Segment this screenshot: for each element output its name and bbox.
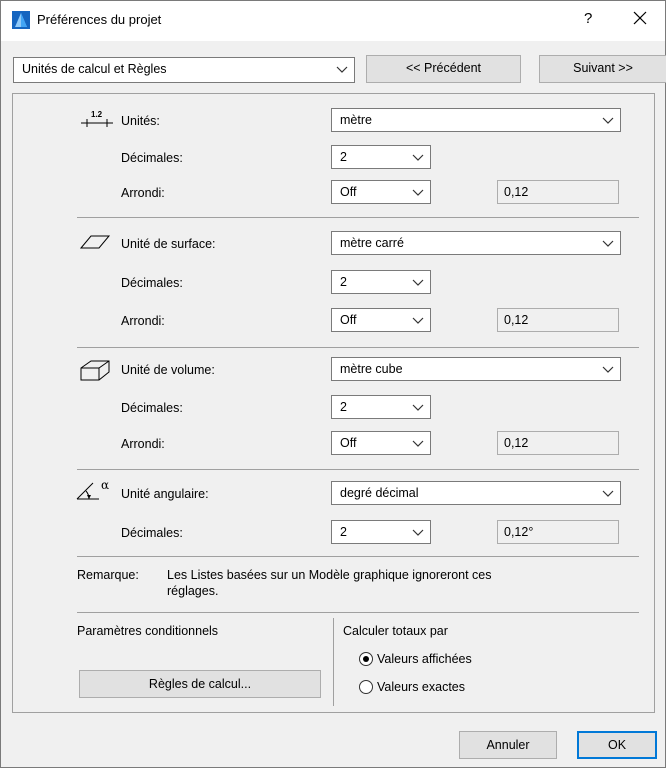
ok-button[interactable]: OK — [577, 731, 657, 759]
surface-rounding-value: Off — [340, 313, 357, 327]
remark-text-line1: Les Listes basées sur un Modèle graphiqu… — [167, 568, 492, 582]
surface-preview-value: 0,12 — [504, 313, 529, 327]
volume-rounding-select[interactable]: Off — [331, 431, 431, 455]
title-bar: Préférences du projet ? — [1, 1, 665, 41]
chevron-down-icon — [336, 66, 348, 73]
volume-decimals-label: Décimales: — [121, 401, 183, 415]
svg-text:α: α — [101, 478, 109, 492]
svg-text:1.2: 1.2 — [91, 110, 103, 119]
window-title: Préférences du projet — [37, 12, 162, 27]
divider — [77, 217, 639, 218]
units-decimals-value: 2 — [340, 150, 347, 164]
units-decimals-label: Décimales: — [121, 151, 183, 165]
page-select-value: Unités de calcul et Règles — [22, 62, 167, 76]
surface-decimals-label: Décimales: — [121, 276, 183, 290]
volume-label: Unité de volume: — [121, 363, 215, 377]
next-button[interactable]: Suivant >> — [539, 55, 666, 83]
units-rounding-value: Off — [340, 185, 357, 199]
surface-decimals-value: 2 — [340, 275, 347, 289]
settings-panel: 1.2 Unités: mètre Décimales: 2 Arrondi: … — [12, 93, 655, 713]
chevron-down-icon — [602, 117, 614, 124]
page-select[interactable]: Unités de calcul et Règles — [13, 57, 355, 83]
chevron-down-icon — [412, 317, 424, 324]
chevron-down-icon — [602, 240, 614, 247]
divider — [77, 469, 639, 470]
preferences-dialog: Préférences du projet ? Unités de calcul… — [0, 0, 666, 768]
surface-rounding-select[interactable]: Off — [331, 308, 431, 332]
help-button[interactable]: ? — [584, 10, 592, 27]
units-rounding-select[interactable]: Off — [331, 180, 431, 204]
surface-decimals-select[interactable]: 2 — [331, 270, 431, 294]
surface-label: Unité de surface: — [121, 237, 216, 251]
volume-icon — [80, 360, 110, 381]
angle-preview-value: 0,12° — [504, 525, 534, 539]
angle-preview: 0,12° — [497, 520, 619, 544]
chevron-down-icon — [602, 490, 614, 497]
conditional-params-label: Paramètres conditionnels — [77, 624, 219, 638]
volume-decimals-value: 2 — [340, 400, 347, 414]
divider — [77, 612, 639, 613]
angle-select-value: degré décimal — [340, 486, 419, 500]
volume-select-value: mètre cube — [340, 362, 403, 376]
archicad-icon — [12, 11, 30, 29]
angle-decimals-value: 2 — [340, 525, 347, 539]
surface-icon — [79, 235, 111, 249]
units-select[interactable]: mètre — [331, 108, 621, 132]
volume-select[interactable]: mètre cube — [331, 357, 621, 381]
radio-displayed-label[interactable]: Valeurs affichées — [377, 652, 472, 666]
previous-button[interactable]: << Précédent — [366, 55, 521, 83]
remark-label: Remarque: — [77, 568, 139, 582]
vertical-divider — [333, 618, 334, 706]
divider — [77, 556, 639, 557]
units-preview-value: 0,12 — [504, 185, 529, 199]
dimension-icon: 1.2 — [81, 110, 113, 127]
angle-icon: α — [76, 478, 109, 500]
radio-exact-values[interactable] — [359, 680, 373, 694]
angle-decimals-select[interactable]: 2 — [331, 520, 431, 544]
totals-label: Calculer totaux par — [343, 624, 448, 638]
volume-rounding-value: Off — [340, 436, 357, 450]
divider — [77, 347, 639, 348]
calc-rules-button[interactable]: Règles de calcul... — [79, 670, 321, 698]
units-preview: 0,12 — [497, 180, 619, 204]
radio-selected-dot — [363, 656, 369, 662]
units-select-value: mètre — [340, 113, 372, 127]
chevron-down-icon — [412, 279, 424, 286]
radio-exact-label[interactable]: Valeurs exactes — [377, 680, 465, 694]
chevron-down-icon — [412, 154, 424, 161]
volume-preview-value: 0,12 — [504, 436, 529, 450]
remark-text-line2: réglages. — [167, 584, 219, 598]
chevron-down-icon — [412, 529, 424, 536]
radio-displayed-values[interactable] — [359, 652, 373, 666]
cancel-button[interactable]: Annuler — [459, 731, 557, 759]
surface-preview: 0,12 — [497, 308, 619, 332]
units-decimals-select[interactable]: 2 — [331, 145, 431, 169]
volume-rounding-label: Arrondi: — [121, 437, 165, 451]
angle-label: Unité angulaire: — [121, 487, 209, 501]
chevron-down-icon — [412, 440, 424, 447]
surface-select-value: mètre carré — [340, 236, 404, 250]
units-label: Unités: — [121, 114, 160, 128]
volume-preview: 0,12 — [497, 431, 619, 455]
surface-rounding-label: Arrondi: — [121, 314, 165, 328]
close-icon[interactable] — [629, 7, 651, 29]
volume-decimals-select[interactable]: 2 — [331, 395, 431, 419]
chevron-down-icon — [412, 189, 424, 196]
chevron-down-icon — [412, 404, 424, 411]
units-rounding-label: Arrondi: — [121, 186, 165, 200]
surface-select[interactable]: mètre carré — [331, 231, 621, 255]
chevron-down-icon — [602, 366, 614, 373]
angle-select[interactable]: degré décimal — [331, 481, 621, 505]
angle-decimals-label: Décimales: — [121, 526, 183, 540]
